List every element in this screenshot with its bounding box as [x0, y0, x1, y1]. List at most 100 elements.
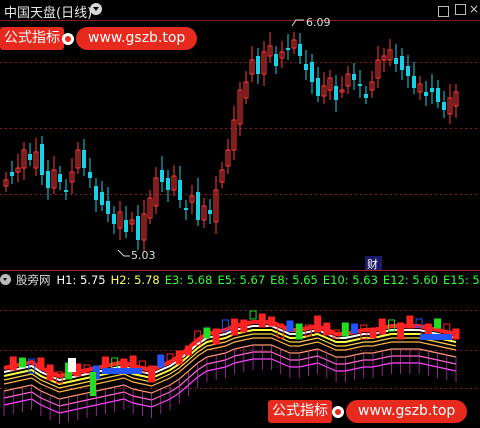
candle-body [184, 208, 188, 210]
indicator-bar [434, 318, 442, 329]
window-minimize-icon[interactable] [438, 6, 449, 17]
indicator-bar [184, 345, 192, 356]
indicator-bar [314, 315, 322, 333]
indicator-bar [203, 327, 211, 339]
candle-body [112, 214, 116, 224]
indicator-bar [157, 354, 165, 368]
candle-body [364, 94, 368, 98]
indicator-bar [37, 357, 45, 369]
indicator-bar [175, 350, 183, 365]
indicator-item: E3: 5.68 [164, 273, 213, 287]
indicator-bar [452, 328, 460, 340]
indicator-bar [295, 323, 303, 340]
candle-body [88, 172, 92, 178]
indicator-bar [231, 318, 239, 336]
candle-body [10, 172, 14, 176]
window-maximize-icon[interactable] [455, 4, 466, 15]
candle-body [412, 76, 416, 88]
candle-body [124, 220, 128, 232]
indicator-bar [420, 334, 452, 340]
indicator-item: E12: 5.60 [382, 273, 438, 287]
candle-body [106, 201, 110, 214]
indicator-bar [378, 318, 386, 335]
indicator-bar [46, 364, 54, 381]
candle-body [64, 190, 68, 192]
indicator-bar [212, 328, 220, 345]
low-annotation-label: 5.03 [131, 249, 156, 262]
candle-body [208, 210, 212, 214]
candle-body [352, 74, 356, 80]
candle-body [286, 48, 290, 50]
candle-body [136, 216, 140, 240]
candle-body [166, 178, 170, 190]
indicator-bar [101, 356, 109, 367]
indicator-bar [249, 310, 257, 320]
indicator-header: 股旁网 H1: 5.75 H2: 5.78 E3: 5.68 E5: 5.67 E8: 5… [0, 272, 480, 290]
indicator-bar [369, 327, 377, 339]
indicator-bar [68, 358, 76, 372]
candle-body [58, 174, 62, 182]
indicator-bar [397, 322, 405, 340]
indicator-item: E8: 5.65 [270, 273, 318, 287]
watermark-label: 公式指标 [0, 27, 64, 50]
candle-body [46, 171, 50, 188]
indicator-bar [148, 365, 156, 383]
chart-area: 6.095.03财 [0, 16, 480, 424]
candle-body [442, 102, 446, 110]
watermark-url-bottom: www.gszb.top [346, 400, 468, 423]
indicator-bar [9, 356, 17, 371]
candle-body [316, 78, 320, 96]
marker-badge-label: 财 [367, 257, 378, 271]
candle-body [424, 92, 428, 96]
menu-dropdown-icon[interactable] [90, 3, 102, 15]
candle-body [94, 186, 98, 200]
indicator-bar [406, 315, 414, 329]
candle-body [274, 54, 278, 66]
indicator-item: E10: 5.63 [322, 273, 378, 287]
window-title: 中国天盘(日线) [4, 6, 93, 21]
indicator-bar [268, 316, 276, 327]
indicator-item: H2: 5.78 [110, 273, 160, 287]
indicator-item: E5: 5.67 [217, 273, 266, 287]
indicator-values: H1: 5.75 H2: 5.78 E3: 5.68 E5: 5.67 E8: 5.65… [57, 273, 480, 287]
watermark-url: www.gszb.top [76, 27, 198, 50]
candle-body [100, 192, 104, 205]
candle-body [256, 56, 260, 74]
indicator-bar [18, 357, 26, 368]
candle-body [178, 180, 182, 200]
watermark-logo-icon-bottom [332, 406, 344, 418]
candle-body [196, 192, 200, 220]
watermark-logo-icon [62, 33, 74, 45]
candle-body [394, 58, 398, 64]
candle-body [40, 144, 44, 175]
candle-body [298, 44, 302, 56]
indicator-item: E15: 5.57 [442, 273, 480, 287]
candle-body [304, 64, 308, 70]
indicator-bar [90, 372, 96, 396]
indicator-bar [286, 320, 294, 332]
watermark-label-bottom: 公式指标 [268, 400, 332, 423]
indicator-item: H1: 5.75 [56, 273, 106, 287]
indicator-bar [351, 323, 359, 334]
title-bar: 中国天盘(日线) × [0, 0, 480, 21]
indicator-bar [323, 322, 331, 336]
candle-body [358, 84, 362, 86]
indicator-bar [240, 319, 248, 333]
indicator-bar [258, 313, 266, 328]
indicator-bar [120, 358, 128, 370]
window-close-icon[interactable]: × [469, 2, 479, 16]
candle-body [310, 62, 314, 82]
low-annotation-arrow [117, 249, 130, 257]
candle-body [406, 66, 410, 76]
candle-body [160, 170, 164, 182]
candle-body [430, 88, 434, 92]
candle-body [28, 154, 32, 160]
candle-body [82, 150, 86, 168]
candle-body [436, 88, 440, 102]
candle-body [334, 86, 338, 100]
indicator-bar [341, 322, 349, 337]
indicator-name: 股旁网 [16, 273, 51, 287]
indicator-bar [102, 368, 142, 374]
candle-body [400, 56, 404, 70]
indicator-menu-icon[interactable] [0, 274, 11, 285]
